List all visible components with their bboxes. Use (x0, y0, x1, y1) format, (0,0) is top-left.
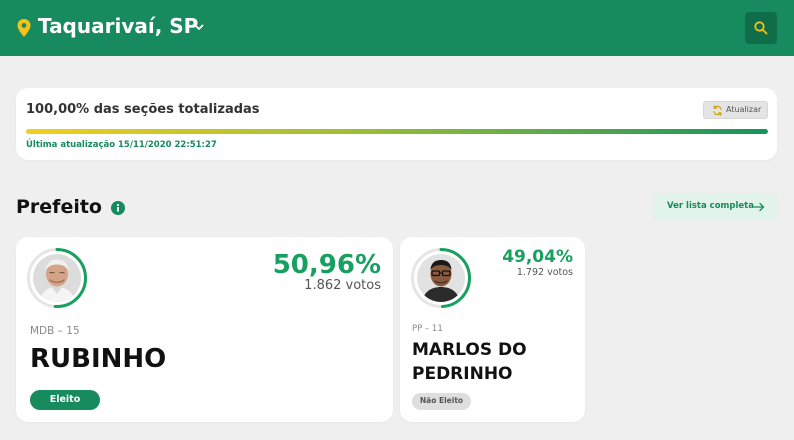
party-number: PP – 11 (412, 324, 443, 334)
search-icon (754, 21, 768, 35)
location-title[interactable]: Taquarivaí, SP (38, 14, 198, 38)
status-badge: Não Eleito (412, 393, 471, 410)
candidate-photo (33, 254, 81, 302)
status-badge-label: Não Eleito (419, 396, 464, 405)
arrow-right-icon (753, 202, 765, 212)
full-list-label: Ver lista completa (667, 201, 754, 211)
chevron-down-icon[interactable] (193, 21, 205, 33)
refresh-icon (713, 105, 722, 116)
vote-count: 1.792 votos (516, 267, 573, 278)
totalization-card: 100,00% das seções totalizadas Atualizar… (16, 88, 777, 160)
vote-percentage: 50,96% (272, 250, 381, 280)
section-title: Prefeito (16, 196, 102, 218)
full-list-button[interactable]: Ver lista completa (654, 193, 777, 220)
last-update-text: Última atualização 15/11/2020 22:51:27 (26, 140, 217, 150)
top-bar: Taquarivaí, SP (0, 0, 794, 56)
candidate-name: RUBINHO (30, 344, 167, 374)
info-icon[interactable] (111, 201, 125, 215)
refresh-button[interactable]: Atualizar (703, 101, 768, 119)
status-badge-label: Eleito (49, 394, 81, 405)
progress-fill (26, 129, 768, 134)
search-button[interactable] (745, 12, 777, 44)
map-pin-icon (17, 19, 31, 37)
vote-count: 1.862 votos (304, 278, 381, 293)
totalization-title: 100,00% das seções totalizadas (26, 102, 260, 117)
candidate-card[interactable]: 50,96% 1.862 votos MDB – 15 RUBINHO Elei… (16, 237, 393, 422)
candidate-name: MARLOS DO PEDRINHO (412, 340, 527, 384)
vote-percentage: 49,04% (502, 247, 573, 267)
candidate-photo (417, 254, 465, 302)
party-number: MDB – 15 (30, 325, 80, 337)
totalization-progress-bar (26, 129, 768, 134)
status-badge: Eleito (30, 390, 100, 410)
candidate-card[interactable]: 49,04% 1.792 votos PP – 11 MARLOS DO PED… (400, 237, 585, 422)
refresh-label: Atualizar (726, 105, 762, 114)
